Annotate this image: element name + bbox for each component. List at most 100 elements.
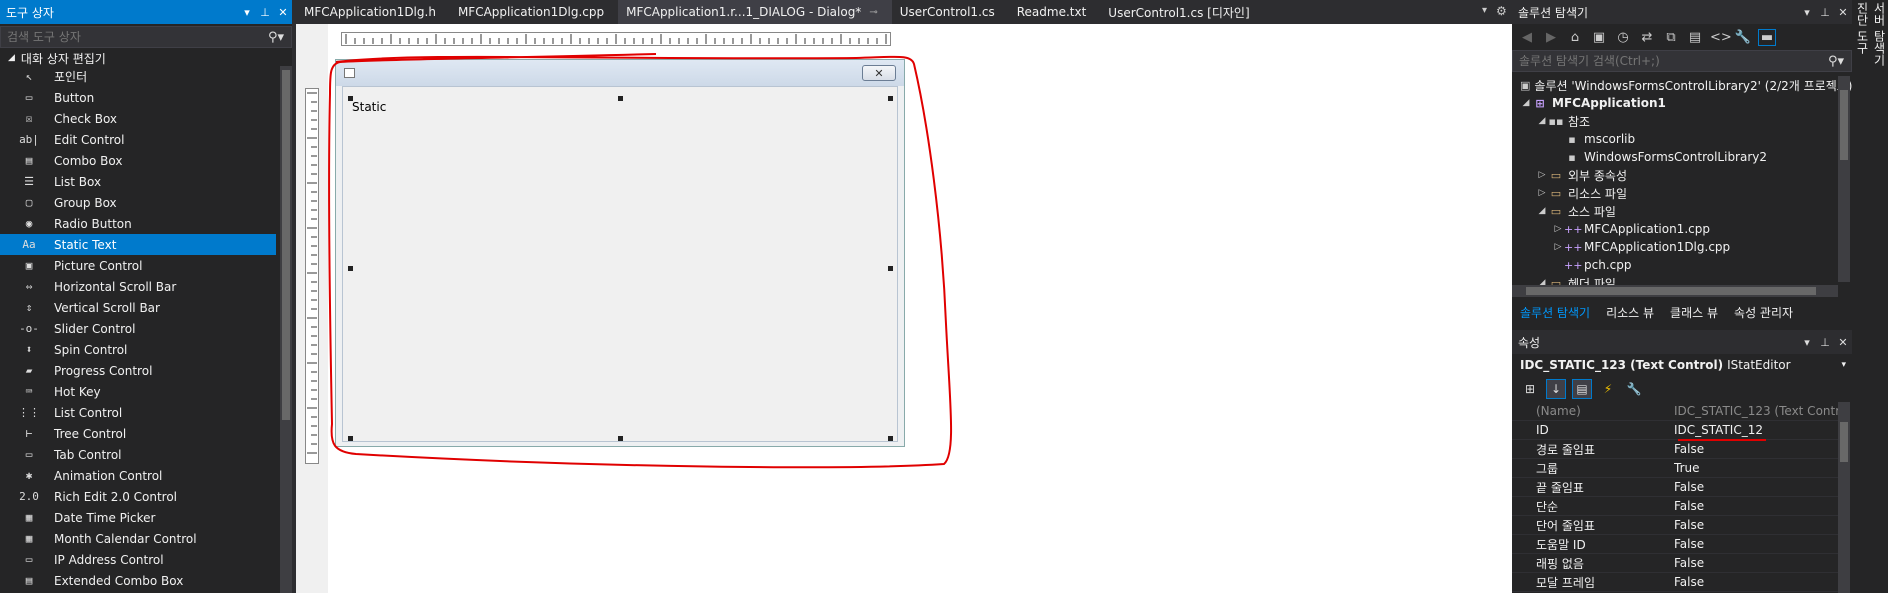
toolbox-item[interactable]: ⌨ Hot Key [0, 381, 276, 402]
alphabetical-icon[interactable]: ↓ [1546, 379, 1566, 399]
property-value[interactable]: False [1674, 442, 1848, 456]
expand-toggle-icon[interactable]: ◢ [1520, 98, 1532, 108]
side-tool-tab[interactable]: 서버 탐색기 [1871, 2, 1888, 148]
toolbox-item[interactable]: ↖ 포인터 [0, 66, 276, 87]
solution-tree-hscroll[interactable] [1512, 285, 1838, 297]
toolbox-item[interactable]: ⊢ Tree Control [0, 423, 276, 444]
property-value[interactable]: False [1674, 480, 1848, 494]
search-icon[interactable]: ⚲▾ [261, 30, 291, 45]
toolbox-search[interactable]: ⚲▾ [0, 26, 292, 48]
solution-tree-vscroll[interactable] [1838, 76, 1850, 282]
toolbox-item[interactable]: ▭ IP Address Control [0, 549, 276, 570]
categorized-icon[interactable]: ⊞ [1520, 379, 1540, 399]
property-row[interactable]: 경로 줄임표 False [1512, 440, 1848, 459]
properties-object-selector[interactable]: IDC_STATIC_123 (Text Control) IStatEdito… [1512, 354, 1852, 376]
side-tool-tab[interactable]: 진단 도구 [1854, 2, 1871, 148]
explorer-bottom-tab[interactable]: 클래스 뷰 [1662, 304, 1726, 321]
property-row[interactable]: 그룹 True [1512, 459, 1848, 478]
pin-icon[interactable]: ⊸ [869, 7, 877, 18]
properties-icon[interactable]: 🔧 [1734, 30, 1752, 45]
toolbox-item[interactable]: ⬍ Spin Control [0, 339, 276, 360]
explorer-bottom-tab[interactable]: 속성 관리자 [1726, 304, 1801, 321]
expand-toggle-icon[interactable]: ◢ [1536, 206, 1548, 216]
property-row[interactable]: 모달 프레임 False [1512, 573, 1848, 592]
pin-icon[interactable]: ⊥ [1816, 6, 1834, 19]
properties-view-icon[interactable]: ▤ [1572, 379, 1592, 399]
tree-item[interactable]: ◢ ▪▪ 참조 [1512, 112, 1848, 130]
toolbox-item[interactable]: -o- Slider Control [0, 318, 276, 339]
document-tab[interactable]: MFCApplication1Dlg.cpp [450, 0, 618, 24]
tree-item[interactable]: ◢ ▭ 소스 파일 [1512, 202, 1848, 220]
tree-item[interactable]: ▷ ▭ 리소스 파일 [1512, 184, 1848, 202]
explorer-bottom-tab[interactable]: 리소스 뷰 [1598, 304, 1662, 321]
chevron-down-icon[interactable]: ▾ [1841, 360, 1846, 370]
tree-item[interactable]: ▷ ▭ 외부 종속성 [1512, 166, 1848, 184]
property-value[interactable]: False [1674, 537, 1848, 551]
property-value[interactable]: True [1674, 461, 1848, 475]
tree-item[interactable]: ▷ ++ MFCApplication1Dlg.cpp [1512, 238, 1848, 256]
properties-scrollbar-thumb[interactable] [1840, 422, 1848, 462]
close-icon[interactable]: ✕ [1834, 6, 1852, 19]
toolbox-item[interactable]: ▭ Tab Control [0, 444, 276, 465]
toolbox-item[interactable]: ☒ Check Box [0, 108, 276, 129]
solution-explorer-search-input[interactable] [1519, 54, 1821, 68]
pin-icon[interactable]: ⊥ [1816, 336, 1834, 349]
tree-item[interactable]: ++ pch.cpp [1512, 256, 1848, 274]
toolbox-item[interactable]: ☰ List Box [0, 171, 276, 192]
pending-changes-icon[interactable]: ◷ [1614, 30, 1632, 45]
property-value[interactable]: False [1674, 518, 1848, 532]
toolbox-group-dialog-editor[interactable]: ◢ 대화 상자 편집기 [0, 48, 292, 68]
toolbox-item[interactable]: ⇔ Horizontal Scroll Bar [0, 276, 276, 297]
solution-explorer-search[interactable]: ⚲▾ [1512, 50, 1852, 72]
document-tab[interactable]: Readme.txt [1009, 0, 1101, 24]
property-row[interactable]: (Name) IDC_STATIC_123 (Text Control) [1512, 402, 1848, 421]
tree-item[interactable]: ▪ mscorlib [1512, 130, 1848, 148]
dropdown-icon[interactable]: ▾ [1798, 6, 1816, 19]
pin-icon[interactable]: ⊥ [256, 6, 274, 19]
toolbox-item[interactable]: ▰ Progress Control [0, 360, 276, 381]
collapse-all-icon[interactable]: ⧉ [1662, 30, 1680, 45]
document-tab[interactable]: UserControl1.cs [디자인] [1100, 0, 1263, 24]
toolbox-search-input[interactable] [7, 30, 261, 44]
home-icon[interactable]: ⌂ [1566, 30, 1584, 45]
property-value[interactable]: False [1674, 499, 1848, 513]
property-row[interactable]: 래핑 없음 False [1512, 554, 1848, 573]
toolbox-item[interactable]: 2.0 Rich Edit 2.0 Control [0, 486, 276, 507]
toolbox-item[interactable]: ▤ Combo Box [0, 150, 276, 171]
settings-icon[interactable]: ⚙ [1496, 4, 1507, 18]
property-value[interactable]: IDC_STATIC_123 (Text Control) [1674, 404, 1848, 418]
tree-item[interactable]: ▪ WindowsFormsControlLibrary2 [1512, 148, 1848, 166]
document-tab[interactable]: UserControl1.cs [892, 0, 1009, 24]
expand-toggle-icon[interactable]: ▷ [1536, 170, 1548, 180]
tree-item[interactable]: ▣ 솔루션 'WindowsFormsControlLibrary2' (2/2개… [1512, 76, 1852, 94]
tree-item[interactable]: ◢ ⊞ MFCApplication1 [1512, 94, 1848, 112]
solution-tree-vscroll-thumb[interactable] [1840, 90, 1848, 160]
code-view-icon[interactable]: <> [1710, 30, 1732, 45]
property-row[interactable]: 도움말 ID False [1512, 535, 1848, 554]
property-value[interactable]: False [1674, 556, 1848, 570]
preview-icon[interactable]: ▬ [1758, 28, 1776, 46]
explorer-bottom-tab[interactable]: 솔루션 탐색기 [1512, 304, 1598, 321]
close-icon[interactable]: ✕ [1834, 336, 1852, 349]
tab-overflow-icon[interactable]: ▾ [1482, 5, 1487, 16]
toolbox-item[interactable]: ✱ Animation Control [0, 465, 276, 486]
toolbox-item[interactable]: ▦ Month Calendar Control [0, 528, 276, 549]
toolbox-item[interactable]: ⇕ Vertical Scroll Bar [0, 297, 276, 318]
back-icon[interactable]: ◀ [1518, 30, 1536, 45]
solution-tree-hscroll-thumb[interactable] [1526, 287, 1816, 295]
sync-icon[interactable]: ⇄ [1638, 30, 1656, 45]
property-row[interactable]: 끝 줄임표 False [1512, 478, 1848, 497]
forward-icon[interactable]: ▶ [1542, 30, 1560, 45]
expand-toggle-icon[interactable]: ◢ [1536, 116, 1548, 126]
events-icon[interactable]: ⚡ [1598, 379, 1618, 399]
dropdown-icon[interactable]: ▾ [238, 6, 256, 19]
search-icon[interactable]: ⚲▾ [1821, 54, 1851, 69]
document-tab[interactable]: MFCApplication1Dlg.h [296, 0, 450, 24]
property-value[interactable]: IDC_STATIC_12 [1674, 423, 1848, 437]
toolbox-scrollbar-thumb[interactable] [282, 70, 290, 420]
toolbox-item[interactable]: ▢ Group Box [0, 192, 276, 213]
toolbox-item[interactable]: Aa Static Text [0, 234, 276, 255]
expand-toggle-icon[interactable]: ▷ [1552, 224, 1564, 234]
show-all-files-icon[interactable]: ▤ [1686, 30, 1704, 45]
toolbox-item[interactable]: ab| Edit Control [0, 129, 276, 150]
